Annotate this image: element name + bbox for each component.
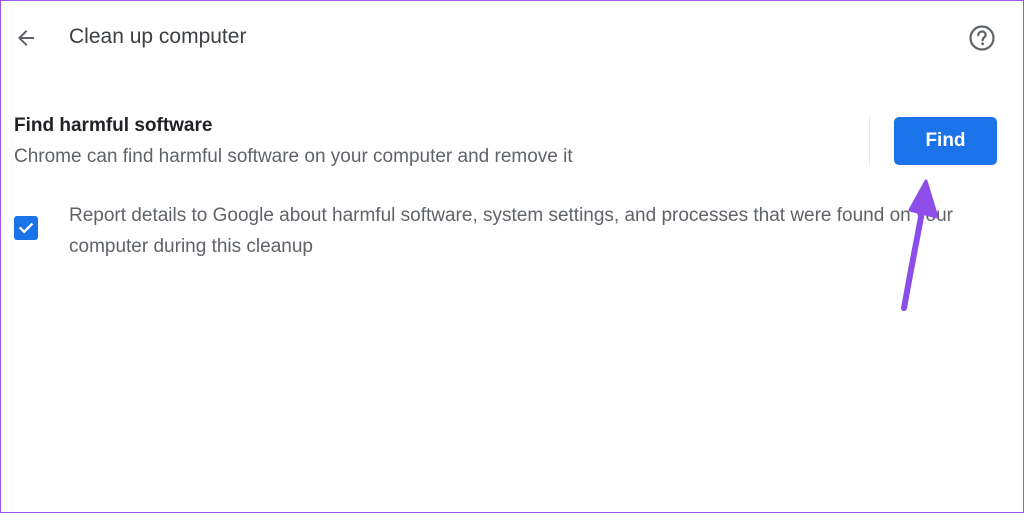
help-button[interactable]: [966, 22, 998, 54]
section-title: Find harmful software: [14, 115, 213, 136]
page-header: Clean up computer: [0, 0, 1022, 74]
arrow-left-icon: [18, 30, 34, 46]
checkmark-icon: [18, 222, 34, 234]
back-button[interactable]: [10, 22, 42, 54]
page-title: Clean up computer: [69, 25, 247, 48]
report-description: Report details to Google about harmful s…: [69, 205, 953, 257]
vertical-divider: [869, 116, 870, 166]
report-checkbox[interactable]: [14, 216, 38, 240]
help-circle-icon: [969, 25, 995, 51]
find-button[interactable]: Find: [894, 117, 997, 165]
section-description: Chrome can find harmful software on your…: [14, 146, 573, 167]
